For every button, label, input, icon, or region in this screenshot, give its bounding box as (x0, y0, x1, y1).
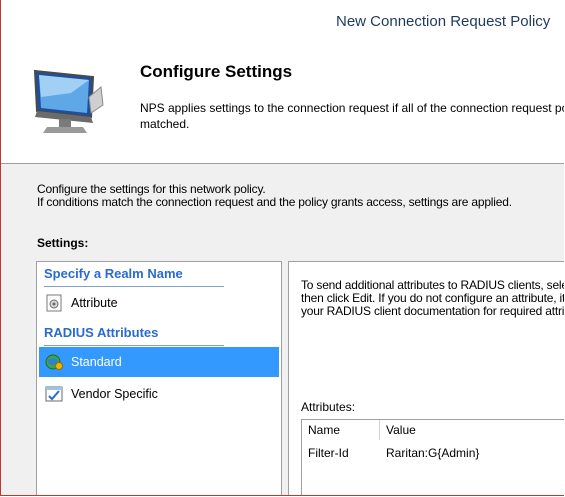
settings-item-attribute[interactable]: Attribute (39, 288, 279, 318)
settings-item-label: Vendor Specific (71, 387, 158, 401)
description-line: NPS applies settings to the connection r… (140, 101, 564, 115)
group-header-radius: RADIUS Attributes (44, 325, 224, 346)
details-pane: To send additional attributes to RADIUS … (288, 261, 564, 495)
details-description: To send additional attributes to RADIUS … (301, 279, 564, 318)
details-line: your RADIUS client documentation for req… (301, 304, 564, 318)
settings-item-vendor-specific[interactable]: Vendor Specific (39, 379, 279, 409)
monitor-icon (31, 67, 113, 135)
settings-item-label: Standard (71, 355, 122, 369)
intro-text: Configure the settings for this network … (37, 183, 512, 209)
cell-name: Filter-Id (308, 446, 349, 460)
settings-item-label: Attribute (71, 296, 118, 310)
description-line: matched. (140, 117, 190, 131)
settings-label: Settings: (37, 236, 89, 250)
vendor-specific-icon (45, 385, 63, 403)
cell-value: Raritan:G{Admin} (386, 446, 480, 460)
settings-tree[interactable]: Specify a Realm Name Attribute RADIUS At… (36, 261, 282, 495)
attributes-table[interactable]: Name Value Filter-Id Raritan:G{Admin} (301, 419, 564, 495)
page-heading: Configure Settings (140, 62, 293, 81)
attributes-label: Attributes: (301, 400, 356, 414)
dialog-window: New Connection Request Policy Configure … (0, 0, 564, 496)
standard-globe-icon (45, 353, 63, 371)
intro-line: If conditions match the connection reque… (37, 195, 512, 209)
attribute-icon (45, 294, 63, 312)
settings-item-standard[interactable]: Standard (39, 347, 279, 377)
window-title: New Connection Request Policy (336, 13, 551, 30)
group-header-realm: Specify a Realm Name (44, 266, 224, 287)
wizard-header: Configure Settings NPS applies settings … (1, 45, 564, 164)
page-description: NPS applies settings to the connection r… (140, 100, 564, 132)
header-divider (1, 163, 564, 164)
title-bar[interactable]: New Connection Request Policy (1, 0, 564, 45)
column-header-name[interactable]: Name (302, 420, 380, 440)
column-header-value[interactable]: Value (380, 420, 564, 440)
